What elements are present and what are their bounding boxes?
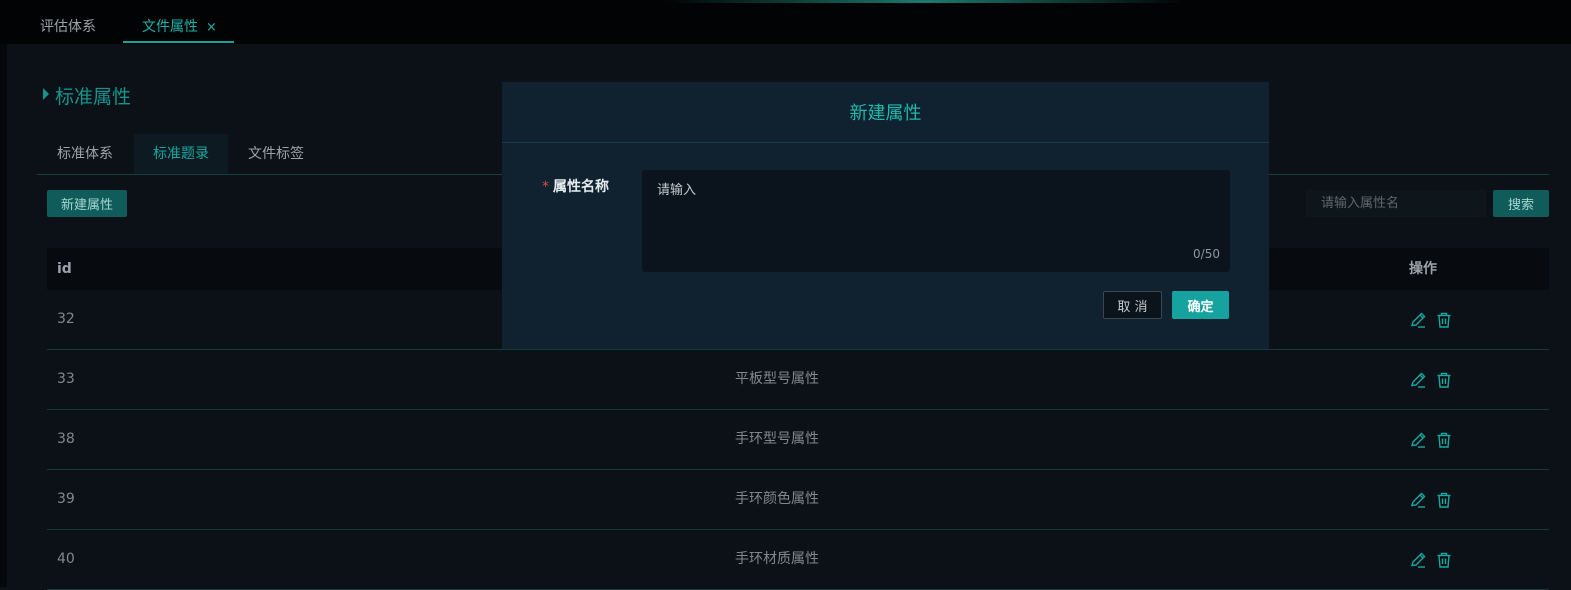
edit-icon[interactable] (1409, 551, 1427, 569)
subtab-file-tags[interactable]: 文件标签 (248, 134, 304, 174)
top-tab-bar: 评估体系 文件属性 × (0, 0, 1571, 44)
row-actions (1409, 311, 1461, 329)
page-title: 标准属性 (43, 82, 131, 109)
attribute-name-input[interactable] (642, 170, 1230, 272)
cell-id: 39 (57, 491, 75, 507)
cell-id: 38 (57, 431, 75, 447)
cell-id: 40 (57, 551, 75, 567)
trash-icon[interactable] (1435, 431, 1453, 449)
search-button[interactable]: 搜索 (1493, 190, 1549, 217)
tab-label: 文件属性 (142, 19, 198, 35)
required-mark: * (542, 179, 549, 195)
cell-id: 32 (57, 311, 75, 327)
edit-icon[interactable] (1409, 311, 1427, 329)
trash-icon[interactable] (1435, 551, 1453, 569)
trash-icon[interactable] (1435, 491, 1453, 509)
tab-file-attributes[interactable]: 文件属性 × (142, 16, 217, 36)
row-actions (1409, 551, 1461, 569)
cell-name: 手环型号属性 (735, 431, 819, 447)
table-row: 40 手环材质属性 (47, 530, 1549, 590)
cell-id: 33 (57, 371, 75, 387)
left-edge (0, 44, 7, 587)
confirm-button[interactable]: 确定 (1172, 291, 1229, 319)
subtab-standard-catalog[interactable]: 标准题录 (134, 134, 228, 174)
active-tab-indicator (123, 41, 234, 43)
table-row: 39 手环颜色属性 (47, 470, 1549, 530)
edit-icon[interactable] (1409, 491, 1427, 509)
cell-name: 手环颜色属性 (735, 491, 819, 507)
edit-icon[interactable] (1409, 371, 1427, 389)
tab-evaluation-system[interactable]: 评估体系 (40, 16, 96, 36)
attribute-name-field: 0/50 (642, 170, 1230, 272)
new-attribute-button[interactable]: 新建属性 (47, 190, 127, 217)
new-attribute-dialog: 新建属性 *属性名称 0/50 取 消 确定 (502, 82, 1269, 349)
close-icon[interactable]: × (206, 20, 217, 35)
table-row: 38 手环型号属性 (47, 410, 1549, 470)
header-id: id (57, 261, 72, 277)
trash-icon[interactable] (1435, 371, 1453, 389)
edit-icon[interactable] (1409, 431, 1427, 449)
dialog-title: 新建属性 (502, 82, 1269, 143)
caret-right-icon (43, 88, 49, 100)
header-ops: 操作 (1409, 261, 1437, 277)
attribute-name-label: * 属性名称 (542, 179, 609, 195)
cell-name: 手环材质属性 (735, 551, 819, 567)
header-glow (665, 0, 1185, 3)
row-actions (1409, 491, 1461, 509)
char-counter: 0/50 (1193, 247, 1220, 261)
tab-label: 评估体系 (40, 19, 96, 35)
row-actions (1409, 371, 1461, 389)
trash-icon[interactable] (1435, 311, 1453, 329)
cell-name: 平板型号属性 (735, 371, 819, 387)
row-actions (1409, 431, 1461, 449)
table-row: 33 平板型号属性 (47, 350, 1549, 410)
search-input[interactable] (1306, 190, 1486, 217)
cancel-button[interactable]: 取 消 (1103, 291, 1162, 319)
subtab-standard-system[interactable]: 标准体系 (57, 134, 113, 174)
